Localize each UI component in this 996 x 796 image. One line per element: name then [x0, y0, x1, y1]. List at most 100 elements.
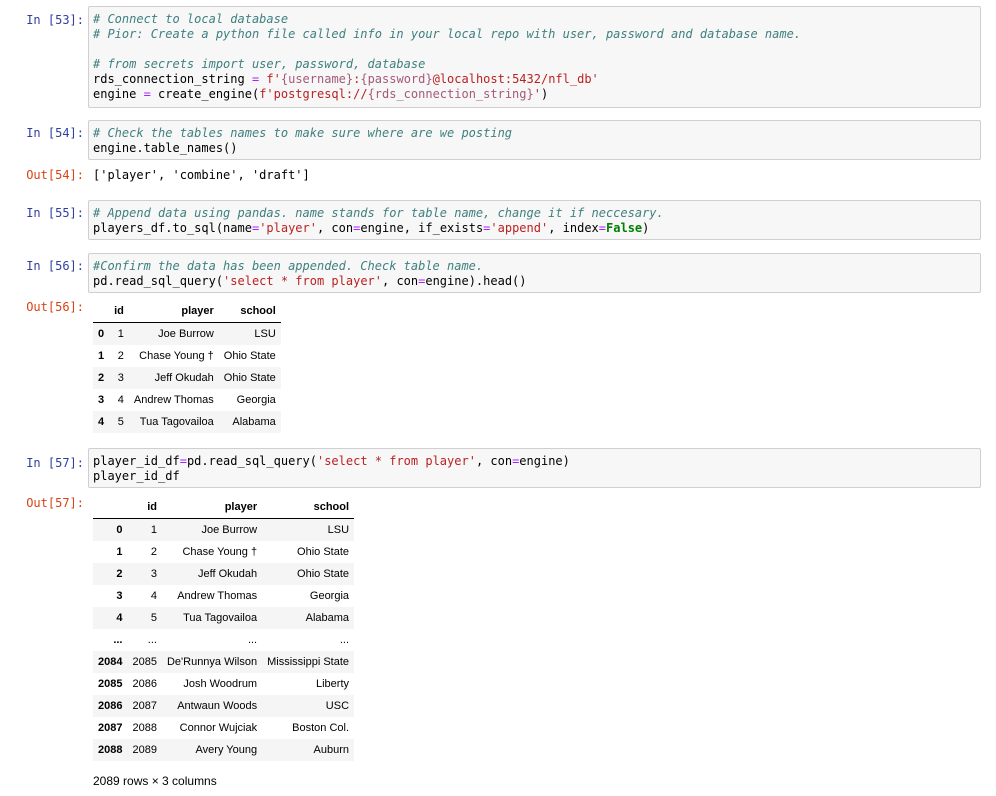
table-cell: 1 [150, 524, 157, 536]
table-cell: USC [325, 700, 350, 712]
input-prompt: In [54]: [26, 126, 84, 140]
code-line: # Pior: Create a python file called info… [93, 27, 802, 41]
table-row: 2088 2089 Avery Young Auburn [93, 739, 355, 761]
code-line: # Append data using pandas. name stands … [93, 206, 664, 220]
table-cell: 2085 [132, 656, 157, 668]
row-index: 0 [116, 524, 123, 536]
table-cell: Andrew Thomas [177, 590, 258, 602]
column-header: id [109, 300, 129, 323]
column-header: school [218, 300, 281, 323]
table-cell: Ohio State [223, 350, 276, 362]
input-prompt: In [53]: [26, 13, 84, 27]
output-prompt: Out[57]: [26, 496, 84, 510]
column-header: id [127, 496, 162, 519]
table-row: 2084 2085 De'Runnya Wilson Mississippi Stat… [93, 651, 355, 673]
table-cell: Tua Tagovailoa [183, 612, 258, 624]
table-row: 3 4 Andrew Thomas Georgia [93, 389, 281, 411]
code-line: pd.read_sql_query('select * from player'… [93, 274, 527, 288]
table-row: 2086 2087 Antwaun Woods USC [93, 695, 355, 717]
table-cell: LSU [327, 524, 350, 536]
row-index: 2 [98, 372, 105, 384]
table-cell: 1 [117, 328, 124, 340]
table-cell: ... [247, 634, 258, 646]
code-line: players_df.to_sql(name='player', con=eng… [93, 221, 650, 235]
table-cell: 2 [117, 350, 124, 362]
row-index: 4 [98, 416, 105, 428]
code-input[interactable]: # Check the tables names to make sure wh… [88, 120, 981, 160]
output-prompt: Out[56]: [26, 300, 84, 314]
table-cell: 5 [150, 612, 157, 624]
input-prompt: In [57]: [26, 456, 84, 470]
row-count: 2089 rows × 3 columns [93, 774, 217, 788]
row-index: ... [113, 634, 123, 646]
table-cell: Ohio State [297, 568, 350, 580]
table-cell: Andrew Thomas [133, 394, 214, 406]
table-row: 0 1 Joe Burrow LSU [93, 322, 281, 345]
column-header [93, 300, 110, 323]
row-index: 2084 [98, 656, 123, 668]
code-input[interactable]: # Append data using pandas. name stands … [88, 200, 981, 240]
code-line: # Connect to local database [93, 12, 289, 26]
table-cell: 4 [117, 394, 124, 406]
table-row: 0 1 Joe Burrow LSU [93, 518, 355, 541]
row-index: 1 [98, 350, 105, 362]
code-line: # Check the tables names to make sure wh… [93, 126, 513, 140]
row-index: 3 [116, 590, 123, 602]
column-header [93, 496, 128, 519]
table-cell: Alabama [232, 416, 276, 428]
table-cell: Joe Burrow [158, 328, 214, 340]
table-row: 2087 2088 Connor Wujciak Boston Col. [93, 717, 354, 739]
table-cell: Boston Col. [292, 722, 350, 734]
table-cell: 3 [150, 568, 157, 580]
table-cell: Ohio State [297, 546, 350, 558]
table-cell: Tua Tagovailoa [139, 416, 214, 428]
code-line: # from secrets import user, password, da… [93, 57, 426, 71]
code-input[interactable]: player_id_df=pd.read_sql_query('select *… [88, 448, 981, 488]
dataframe-full-table: id player school 0 1 Joe Burrow LSU 1 2 Chase You… [93, 496, 355, 761]
row-index: 2086 [98, 700, 123, 712]
code-line: #Confirm the data has been appended. Che… [93, 259, 484, 273]
table-cell: Connor Wujciak [179, 722, 258, 734]
row-index: 3 [98, 394, 105, 406]
table-cell: 4 [150, 590, 157, 602]
table-cell: Antwaun Woods [177, 700, 258, 712]
dataframe-head-table: id player school 0 1 Joe Burrow LSU 1 2 Chase You… [93, 300, 281, 433]
column-header: school [262, 496, 355, 519]
table-cell: LSU [254, 328, 276, 340]
table-cell: Josh Woodrum [183, 678, 258, 690]
table-row: 1 2 Chase Young † Ohio State [93, 541, 354, 563]
table-cell: 2088 [132, 722, 157, 734]
table-cell: Joe Burrow [201, 524, 258, 536]
output-prompt: Out[54]: [26, 168, 84, 182]
code-input[interactable]: #Confirm the data has been appended. Che… [88, 253, 981, 293]
code-line: engine = create_engine(f'postgresql://{r… [93, 87, 549, 101]
row-index: 4 [116, 612, 123, 624]
code-line: player_id_df [93, 469, 180, 483]
row-index: 2088 [98, 744, 123, 756]
table-row: 4 5 Tua Tagovailoa Alabama [93, 411, 281, 433]
table-cell: 2086 [132, 678, 157, 690]
table-cell: Jeff Okudah [154, 372, 214, 384]
output-text: ['player', 'combine', 'draft'] [93, 168, 310, 182]
row-index: 2087 [98, 722, 123, 734]
table-cell: De'Runnya Wilson [166, 656, 258, 668]
row-index: 2085 [98, 678, 123, 690]
row-index: 0 [98, 328, 105, 340]
table-cell: Georgia [309, 590, 350, 602]
table-cell: Avery Young [195, 744, 258, 756]
table-cell: ... [339, 634, 350, 646]
column-header: player [128, 300, 219, 323]
table-cell: 2 [150, 546, 157, 558]
table-row: ............ [93, 629, 354, 651]
code-line: engine.table_names() [93, 141, 238, 155]
row-index: 1 [116, 546, 123, 558]
table-cell: Alabama [305, 612, 350, 624]
code-input[interactable]: # Connect to local database # Pior: Crea… [88, 6, 981, 108]
table-row: 2085 2086 Josh Woodrum Liberty [93, 673, 354, 695]
table-cell: 2089 [132, 744, 157, 756]
table-cell: Chase Young † [139, 350, 214, 362]
table-row: 1 2 Chase Young † Ohio State [93, 345, 281, 367]
table-cell: Ohio State [223, 372, 276, 384]
table-cell: 5 [117, 416, 124, 428]
